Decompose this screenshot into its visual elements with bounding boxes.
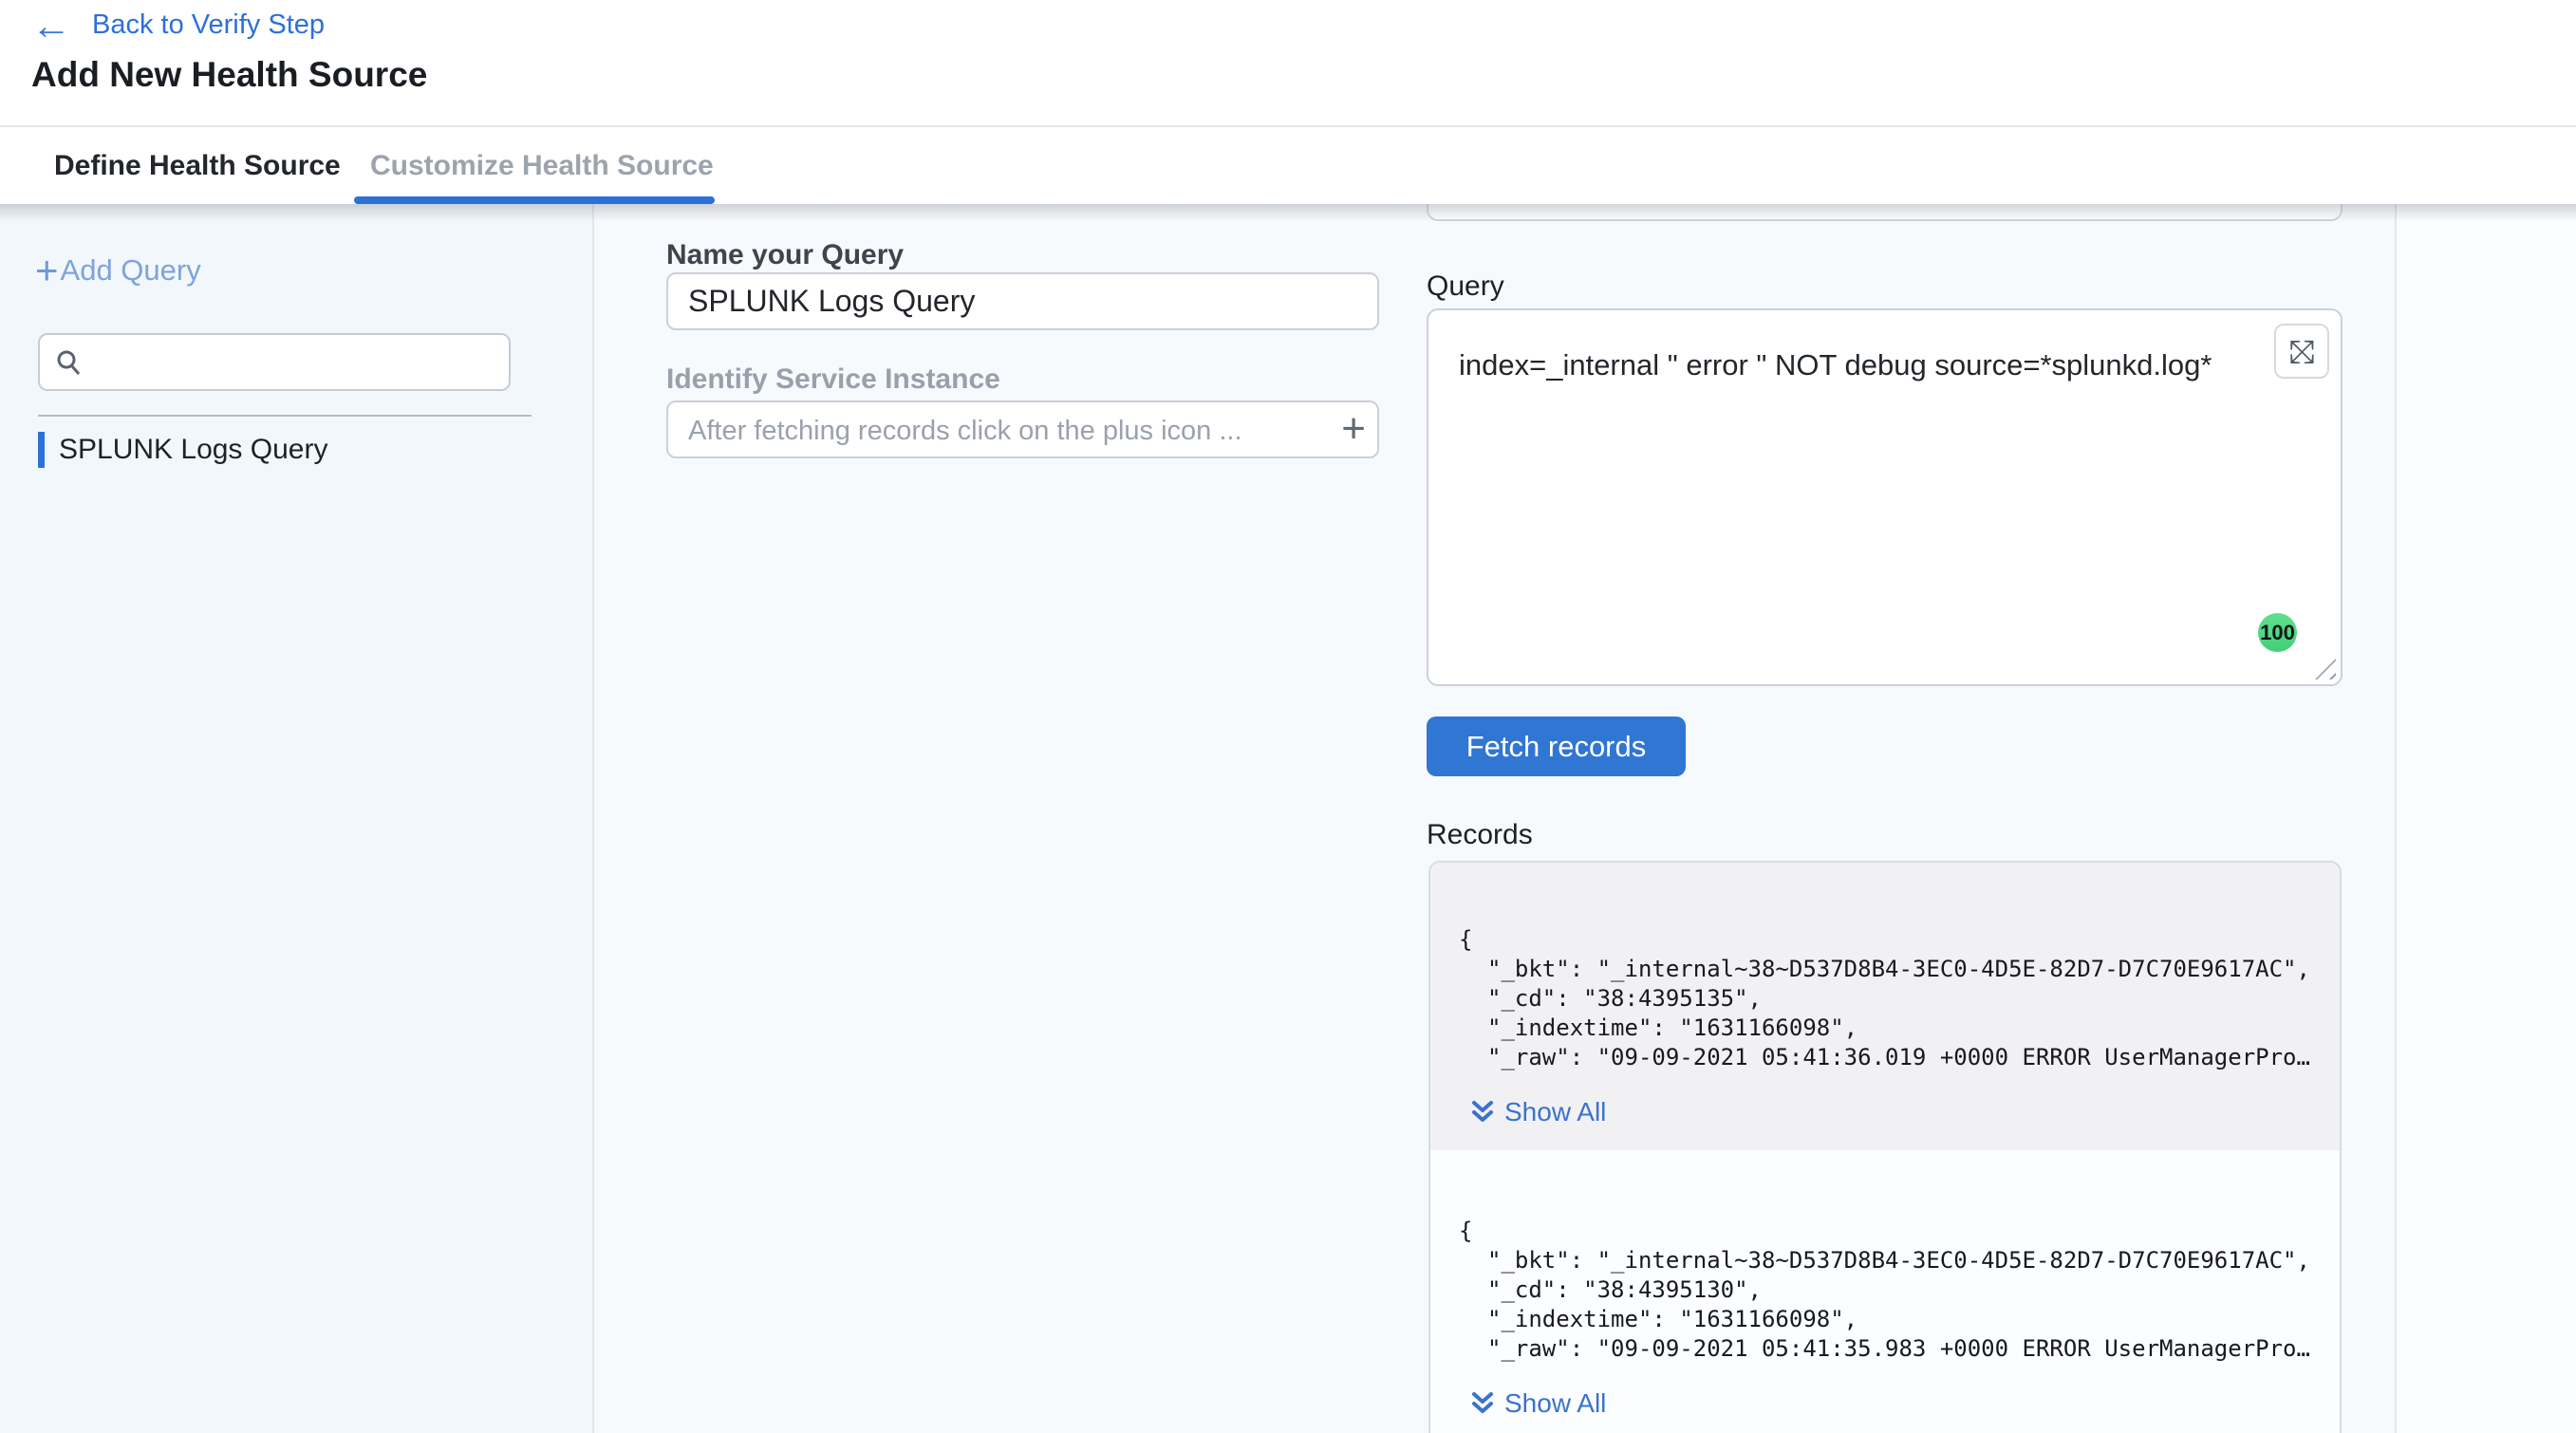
json-line: "_raw": "09-09-2021 05:41:36.019 +0000 E… bbox=[1459, 1043, 2311, 1072]
double-chevron-down-icon bbox=[1470, 1099, 1495, 1126]
service-instance-field: + bbox=[666, 400, 1379, 458]
content-area: + Add Query SPLUNK Logs Query Name your … bbox=[0, 204, 2576, 1433]
clipped-top-input[interactable] bbox=[1427, 204, 2343, 221]
back-arrow-icon: ← bbox=[31, 11, 71, 40]
json-line: "_cd": "38:4395135", bbox=[1459, 984, 2311, 1014]
add-query-button[interactable]: + Add Query bbox=[35, 253, 201, 288]
fetch-records-button[interactable]: Fetch records bbox=[1427, 716, 1686, 776]
active-item-bar bbox=[38, 432, 45, 468]
add-query-label: Add Query bbox=[61, 253, 201, 288]
show-all-label: Show All bbox=[1504, 1097, 1606, 1127]
service-instance-input[interactable] bbox=[666, 400, 1379, 458]
record-row: { "_bkt": "_internal~38~D537D8B4-3EC0-4D… bbox=[1430, 863, 2340, 1150]
search-input[interactable] bbox=[95, 347, 509, 378]
query-sidebar: + Add Query SPLUNK Logs Query bbox=[0, 204, 594, 1433]
records-label: Records bbox=[1427, 819, 1533, 851]
expand-icon: ⤢⤡ bbox=[2276, 326, 2327, 377]
tab-define-health-source[interactable]: Define Health Source bbox=[54, 150, 341, 182]
json-line: { bbox=[1459, 1217, 2311, 1246]
double-chevron-down-icon bbox=[1470, 1390, 1495, 1417]
json-line: "_cd": "38:4395130", bbox=[1459, 1275, 2311, 1305]
add-service-instance-plus-icon[interactable]: + bbox=[1341, 404, 1366, 454]
query-search-box[interactable] bbox=[38, 333, 511, 391]
json-line: "_raw": "09-09-2021 05:41:35.983 +0000 E… bbox=[1459, 1334, 2311, 1364]
query-textarea[interactable]: index=_internal " error " NOT debug sour… bbox=[1459, 348, 2294, 661]
sidebar-item-splunk-logs-query[interactable]: SPLUNK Logs Query bbox=[38, 432, 327, 468]
expand-query-button[interactable]: ⤢⤡ bbox=[2274, 324, 2329, 379]
back-to-verify-link[interactable]: ← Back to Verify Step bbox=[31, 9, 325, 41]
plus-icon: + bbox=[35, 256, 59, 285]
sidebar-divider bbox=[38, 415, 532, 417]
json-line: "_indextime": "1631166098", bbox=[1459, 1305, 2311, 1334]
name-query-label: Name your Query bbox=[666, 239, 904, 271]
json-line: "_indextime": "1631166098", bbox=[1459, 1014, 2311, 1043]
records-container: { "_bkt": "_internal~38~D537D8B4-3EC0-4D… bbox=[1428, 861, 2342, 1433]
show-all-link[interactable]: Show All bbox=[1470, 1097, 1606, 1127]
query-editor: index=_internal " error " NOT debug sour… bbox=[1427, 308, 2343, 686]
show-all-label: Show All bbox=[1504, 1388, 1606, 1419]
page-title: Add New Health Source bbox=[31, 55, 427, 95]
page-header: ← Back to Verify Step Add New Health Sou… bbox=[0, 0, 2576, 127]
tab-bar: Define Health Source Customize Health So… bbox=[0, 129, 2576, 204]
json-line: { bbox=[1459, 925, 2311, 955]
show-all-link[interactable]: Show All bbox=[1470, 1388, 1606, 1419]
record-row: { "_bkt": "_internal~38~D537D8B4-3EC0-4D… bbox=[1430, 1150, 2340, 1433]
textarea-resize-handle[interactable] bbox=[2315, 659, 2336, 679]
json-line: "_bkt": "_internal~38~D537D8B4-3EC0-4D5E… bbox=[1459, 1246, 2311, 1275]
service-instance-label: Identify Service Instance bbox=[666, 363, 1000, 396]
query-label: Query bbox=[1427, 270, 1504, 303]
search-icon bbox=[55, 348, 84, 377]
json-line: "_bkt": "_internal~38~D537D8B4-3EC0-4D5E… bbox=[1459, 955, 2311, 984]
query-name-input[interactable] bbox=[666, 272, 1379, 330]
query-item-label: SPLUNK Logs Query bbox=[59, 434, 327, 466]
record-count-badge: 100 bbox=[2258, 613, 2297, 652]
active-tab-underline bbox=[354, 196, 715, 204]
back-link-label: Back to Verify Step bbox=[92, 9, 325, 41]
tab-customize-health-source[interactable]: Customize Health Source bbox=[370, 150, 714, 182]
right-panel-strip bbox=[2395, 204, 2576, 1433]
